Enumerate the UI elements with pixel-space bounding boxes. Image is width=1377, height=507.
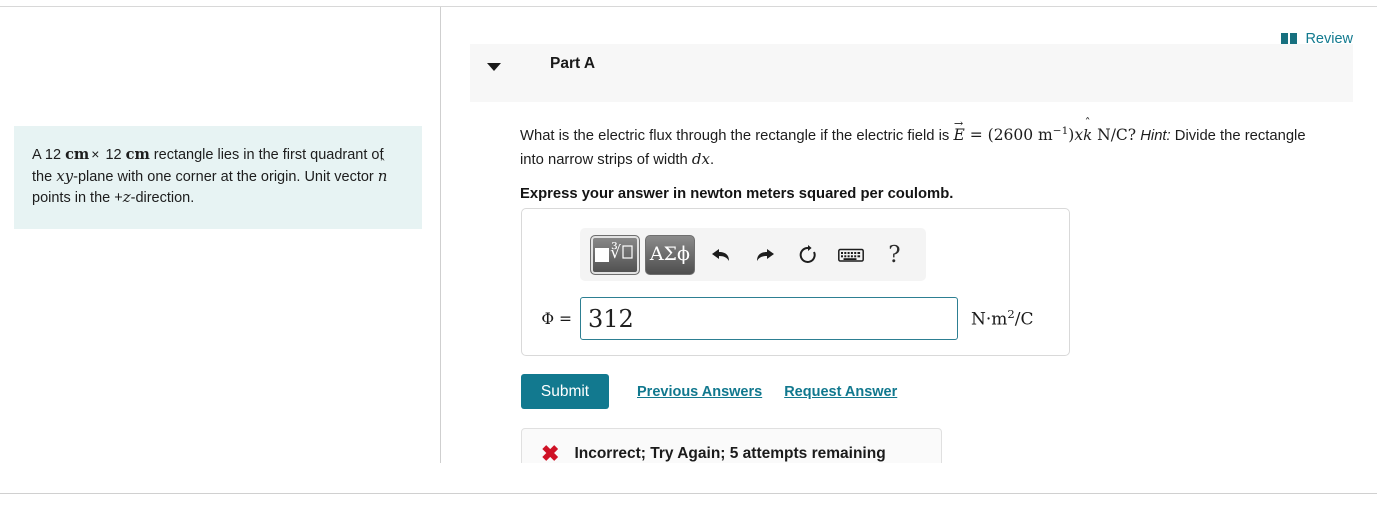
greek-letters-icon[interactable]: ΑΣϕ: [644, 234, 695, 275]
question-panel: Review Part A What is the electric flux …: [441, 7, 1377, 480]
question-segment-1: What is the electric flux through the re…: [520, 128, 954, 145]
vector-arrow-accent: →: [953, 116, 964, 130]
chevron-down-icon[interactable]: [487, 63, 501, 71]
math-toolbar: ∛ ΑΣϕ ?: [580, 228, 926, 281]
keyboard-svg: [838, 248, 865, 262]
units-newton: N: [971, 309, 986, 330]
problem-text-e: points in the +: [32, 190, 123, 206]
part-title: Part A: [550, 55, 596, 72]
red-x-icon: ✖: [541, 441, 560, 466]
question-body: What is the electric flux through the re…: [520, 117, 1332, 203]
template-square-glyph: [595, 247, 610, 262]
reset-circular-arrow-icon[interactable]: [786, 235, 829, 275]
problem-panel: A 12 cm × 12 cm rectangle lies in the fir…: [0, 7, 440, 463]
previous-answers-link[interactable]: Previous Answers: [637, 384, 762, 400]
problem-times-symbol: ×: [91, 146, 100, 162]
submit-button[interactable]: Submit: [521, 374, 609, 409]
dx-symbol: dx: [691, 150, 710, 169]
phi-label: Φ =: [541, 309, 572, 328]
reset-svg: [799, 244, 816, 263]
svg-text:∛: ∛: [610, 242, 622, 263]
redo-arrow-icon[interactable]: [743, 235, 786, 275]
problem-z-symbol: z: [122, 188, 131, 206]
problem-unit-cm-1: cm: [65, 146, 90, 163]
question-mark-icon[interactable]: ?: [873, 235, 916, 275]
electric-field-formula: → E = (2600 m−1)x ˆ k N/C?: [953, 117, 1137, 147]
units-exponent: 2: [1007, 307, 1015, 322]
problem-xy-plane-symbol: xy: [56, 166, 74, 185]
undo-svg: [712, 248, 730, 261]
actions-row: Submit Previous Answers Request Answer: [521, 374, 897, 409]
formula-units: N/C?: [1097, 126, 1137, 145]
formula-x-variable: x: [1074, 126, 1084, 145]
problem-text-b: 12: [101, 147, 126, 163]
problem-text-d: -plane with one corner at the origin. Un…: [73, 168, 378, 185]
page-clip-mask: [0, 463, 1377, 493]
radical-svg: ∛: [610, 242, 634, 263]
problem-n-hat-symbol: ˆn: [378, 158, 388, 187]
k-hat-accent: ˆ: [1084, 115, 1091, 130]
express-answer-instruction: Express your answer in newton meters squ…: [520, 186, 954, 203]
template-radical-glyph: ∛: [610, 241, 634, 267]
problem-statement-box: A 12 cm × 12 cm rectangle lies in the fir…: [14, 126, 422, 229]
answer-input[interactable]: [580, 297, 958, 340]
units-meter: m: [991, 309, 1008, 330]
feedback-message: Incorrect; Try Again; 5 attempts remaini…: [574, 445, 886, 462]
formula-exponent: −1: [1052, 125, 1069, 137]
answer-card: ∛ ΑΣϕ ? Φ = 312 N·m2/C: [521, 208, 1070, 356]
part-header-band[interactable]: Part A: [470, 44, 1353, 102]
formula-coefficient: (2600 m: [987, 126, 1053, 145]
answer-units-label: N·m2/C: [971, 307, 1034, 330]
answer-input-row: Φ = N·m2/C: [522, 297, 1071, 340]
redo-svg: [756, 248, 774, 261]
question-period: .: [709, 152, 715, 169]
n-hat-accent: ˆ: [379, 157, 386, 172]
problem-text-a: A 12: [32, 147, 66, 163]
problem-unit-cm-2: cm: [125, 146, 150, 163]
request-answer-link[interactable]: Request Answer: [784, 384, 897, 400]
hint-label: Hint:: [1140, 128, 1171, 145]
keyboard-icon[interactable]: [830, 235, 873, 275]
units-per-coulomb: /C: [1014, 309, 1034, 330]
greek-glyphs: ΑΣϕ: [649, 243, 690, 265]
math-template-icon[interactable]: ∛: [590, 234, 640, 275]
problem-text-f: -direction.: [130, 190, 195, 206]
equals-sign: =: [969, 126, 983, 145]
page-bottom-divider: [0, 493, 1377, 494]
k-hat-symbol: ˆk: [1083, 117, 1092, 147]
question-text: What is the electric flux through the re…: [520, 117, 1332, 172]
undo-arrow-icon[interactable]: [700, 235, 743, 275]
E-vector-symbol: → E: [953, 118, 964, 147]
